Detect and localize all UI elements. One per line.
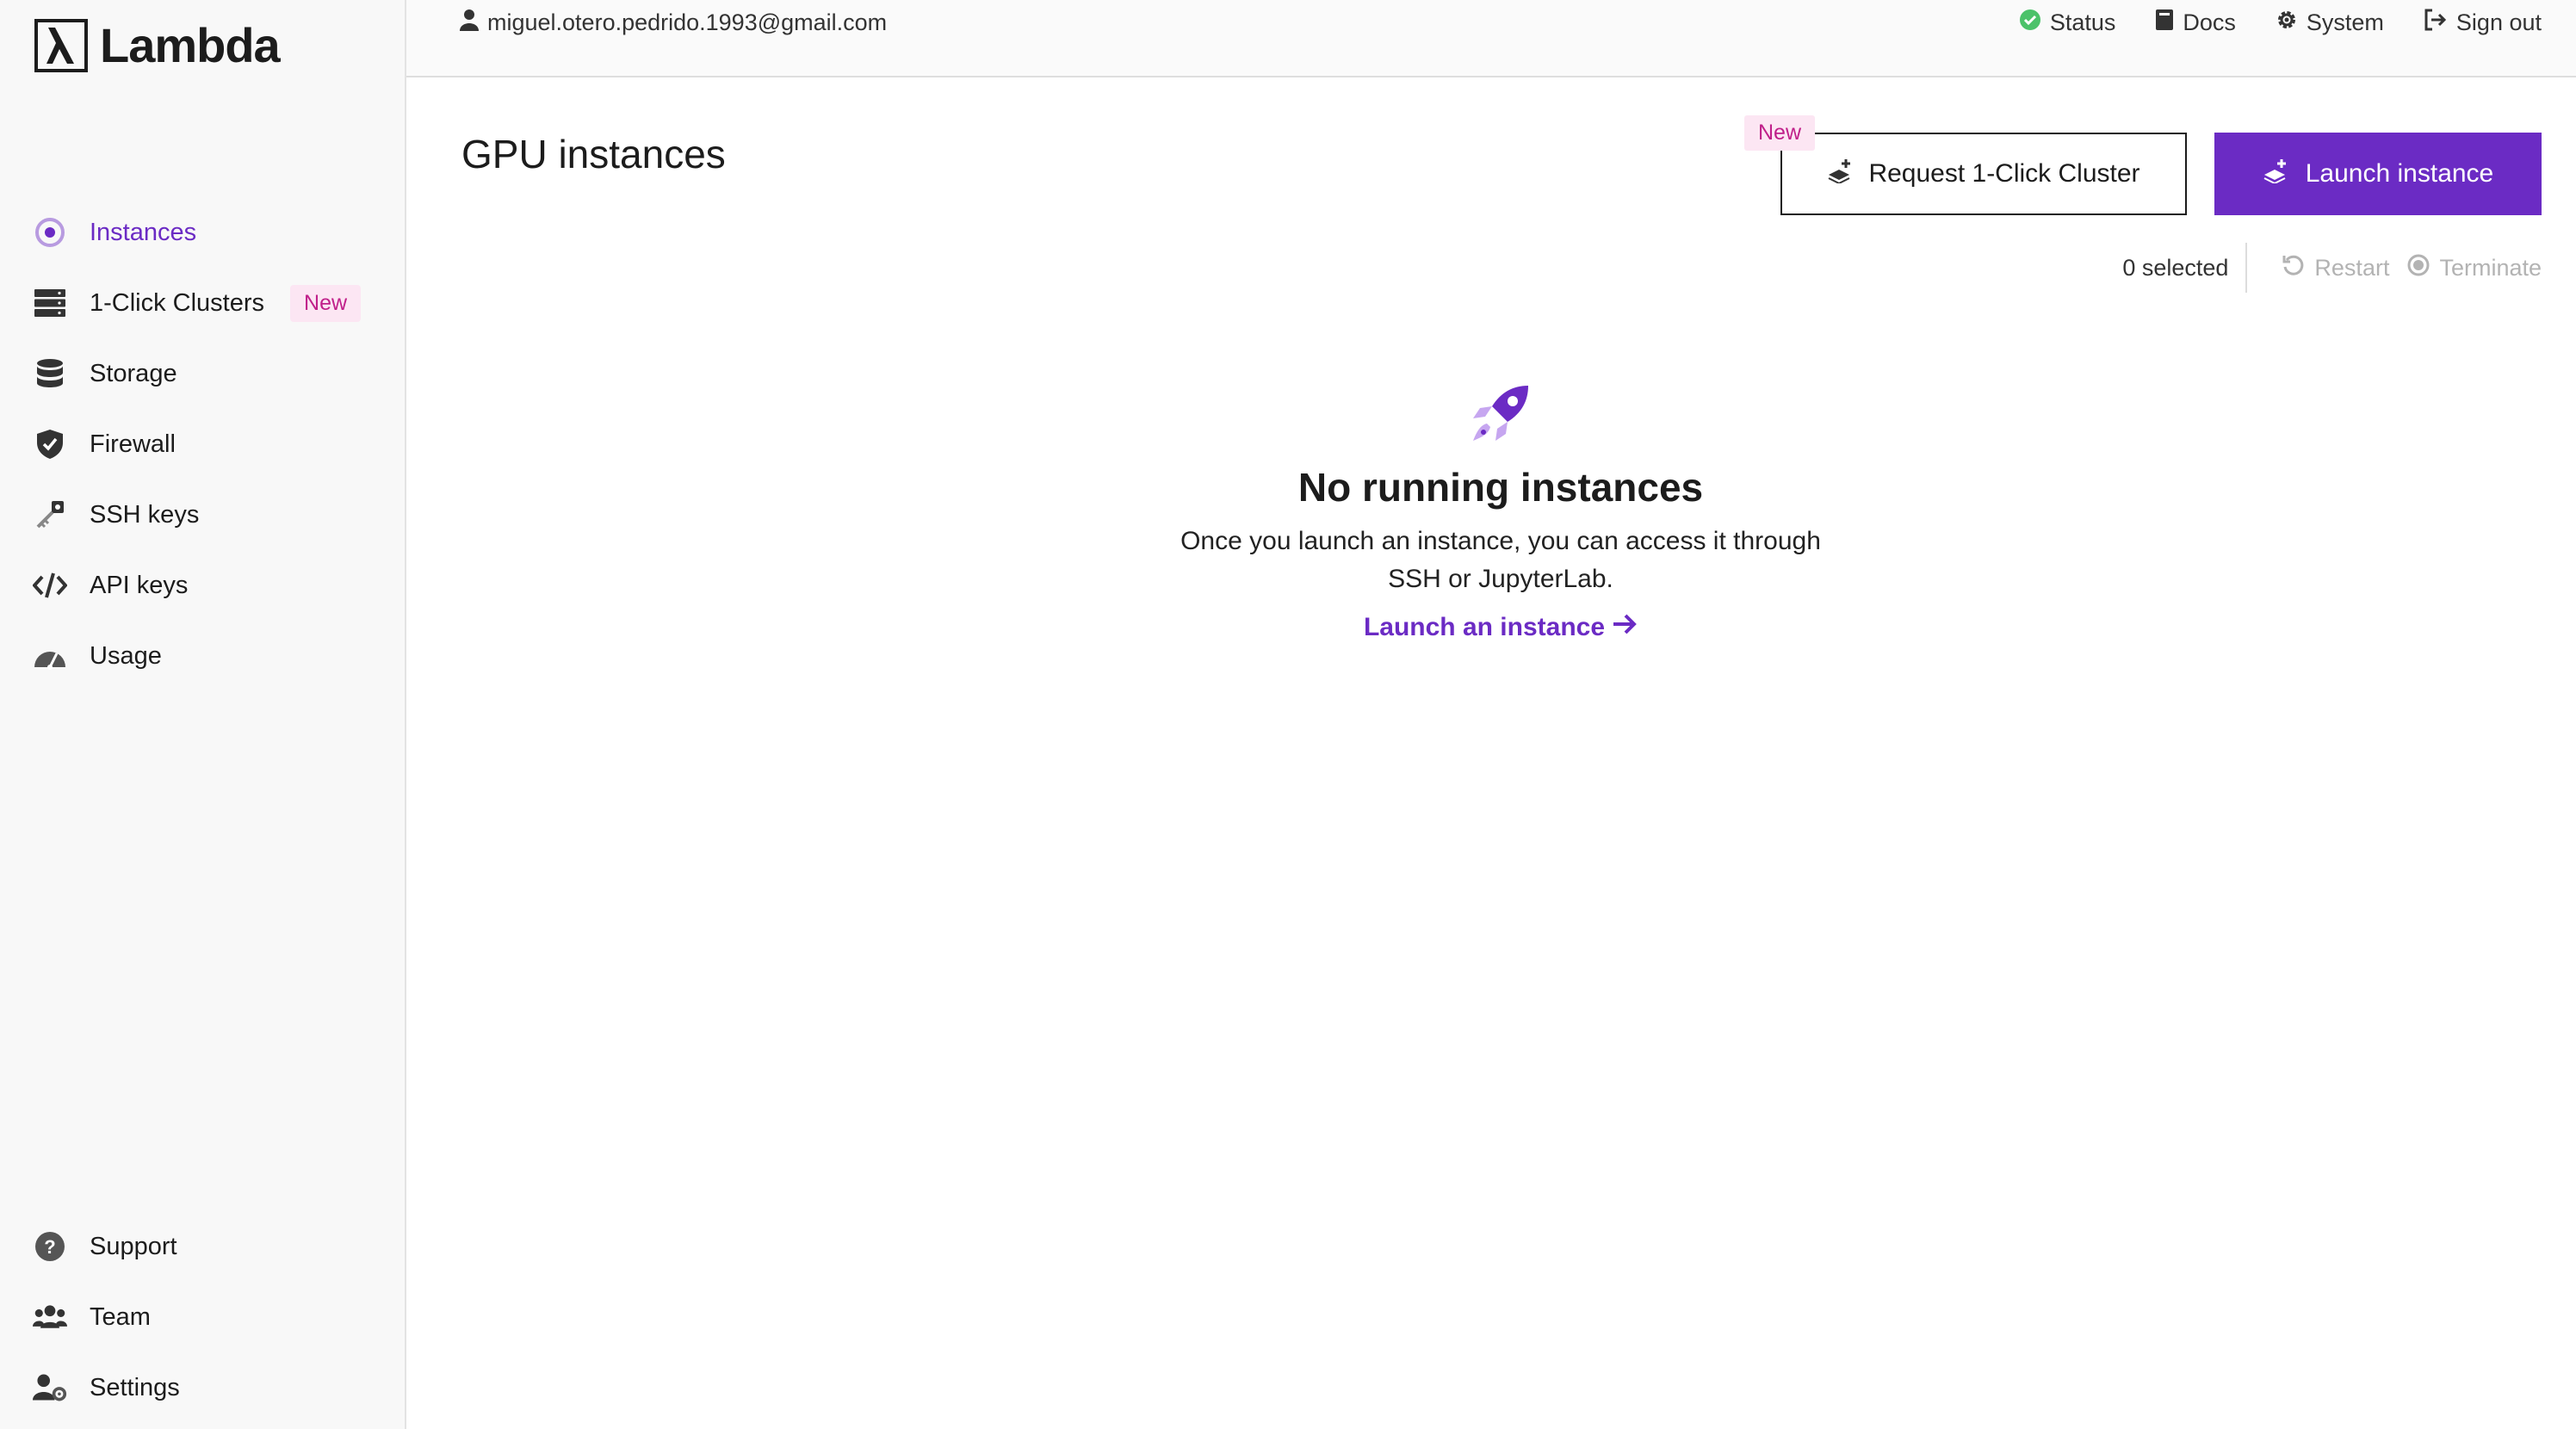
brand-name: Lambda [100, 18, 281, 72]
restart-button[interactable]: Restart [2282, 253, 2389, 283]
empty-state: No running instances Once you launch an … [1070, 382, 1931, 643]
rocket-icon [1470, 382, 1532, 448]
empty-state-description: Once you launch an instance, you can acc… [1180, 527, 1821, 593]
sidebar-item-label: Storage [90, 359, 177, 387]
sidebar-item-support[interactable]: ? Support [33, 1221, 386, 1272]
user-icon [460, 9, 479, 37]
launch-stack-icon [2263, 158, 2290, 190]
instances-icon [33, 215, 67, 250]
empty-state-title: No running instances [1297, 465, 1704, 510]
sidebar-item-label: Instances [90, 218, 197, 246]
sidebar-item-1-click-clusters[interactable]: 1-Click Clusters New [33, 277, 386, 329]
docs-link[interactable]: Docs [2155, 9, 2236, 37]
sidebar: Lambda Instances 1-Click Clusters New St… [0, 0, 406, 1429]
check-circle-icon [2019, 9, 2041, 37]
terminate-button[interactable]: Terminate [2406, 253, 2542, 283]
sidebar-item-team[interactable]: Team [33, 1291, 386, 1343]
book-icon [2155, 9, 2174, 37]
question-icon: ? [33, 1229, 67, 1264]
selection-toolbar: 0 selected Restart Terminate [2122, 243, 2542, 293]
terminate-icon [2406, 253, 2430, 283]
sidebar-item-label: Team [90, 1302, 151, 1331]
launch-instance-link[interactable]: Launch an instance [1364, 612, 1638, 643]
sidebar-item-label: Settings [90, 1373, 180, 1401]
launch-instance-link-label: Launch an instance [1363, 613, 1606, 641]
sidebar-item-label: 1-Click Clusters [90, 288, 265, 317]
launch-instance-label: Launch instance [2305, 159, 2494, 188]
lambda-logo-icon [34, 18, 88, 72]
sidebar-item-label: Usage [90, 641, 162, 670]
sidebar-item-label: Firewall [90, 430, 176, 458]
toolbar-divider [2245, 243, 2248, 293]
sidebar-item-instances[interactable]: Instances [33, 207, 386, 258]
user-account: miguel.otero.pedrido.1993@gmail.com [460, 9, 887, 37]
terminate-label: Terminate [2439, 254, 2542, 281]
arrow-right-icon [1612, 612, 1638, 643]
restart-label: Restart [2314, 254, 2390, 281]
sidebar-item-label: Support [90, 1232, 177, 1260]
key-icon [33, 498, 67, 532]
lambda-logo[interactable]: Lambda [34, 17, 281, 73]
sign-out-link-label: Sign out [2455, 9, 2542, 35]
sidebar-item-settings[interactable]: Settings [33, 1362, 386, 1414]
system-link[interactable]: System [2276, 9, 2384, 37]
selected-count: 0 selected [2122, 254, 2229, 281]
restart-icon [2282, 253, 2306, 283]
user-gear-icon [33, 1370, 67, 1405]
status-link-label: Status [2049, 9, 2116, 35]
page-title: GPU instances [461, 132, 726, 176]
sidebar-item-label: SSH keys [90, 500, 200, 529]
sidebar-item-firewall[interactable]: Firewall [33, 418, 386, 470]
shield-check-icon [33, 427, 67, 461]
request-cluster-button[interactable]: Request 1-Click Cluster [1780, 133, 2187, 215]
sidebar-item-label: API keys [90, 571, 189, 599]
cluster-stack-icon [1827, 158, 1855, 190]
user-email: miguel.otero.pedrido.1993@gmail.com [487, 9, 888, 35]
status-link[interactable]: Status [2019, 9, 2116, 37]
code-icon [33, 568, 67, 603]
launch-instance-button[interactable]: Launch instance [2214, 133, 2542, 215]
sidebar-item-usage[interactable]: Usage [33, 630, 386, 682]
sidebar-item-ssh-keys[interactable]: SSH keys [33, 489, 386, 541]
gear-icon [2276, 9, 2298, 37]
new-badge: New [290, 284, 362, 322]
system-link-label: System [2306, 9, 2384, 35]
top-links: Status Docs System Sign out [2019, 9, 2542, 37]
request-cluster-label: Request 1-Click Cluster [1868, 159, 2140, 188]
sign-out-link[interactable]: Sign out [2424, 9, 2542, 37]
svg-text:?: ? [44, 1236, 55, 1258]
sidebar-item-api-keys[interactable]: API keys [33, 560, 386, 611]
gauge-icon [33, 639, 67, 673]
top-bar: miguel.otero.pedrido.1993@gmail.com Stat… [406, 0, 2576, 77]
docs-link-label: Docs [2183, 9, 2236, 35]
users-icon [33, 1300, 67, 1334]
sign-out-icon [2424, 9, 2448, 37]
database-icon [33, 356, 67, 391]
new-badge: New [1744, 115, 1816, 151]
server-rack-icon [33, 286, 67, 320]
sidebar-item-storage[interactable]: Storage [33, 348, 386, 399]
